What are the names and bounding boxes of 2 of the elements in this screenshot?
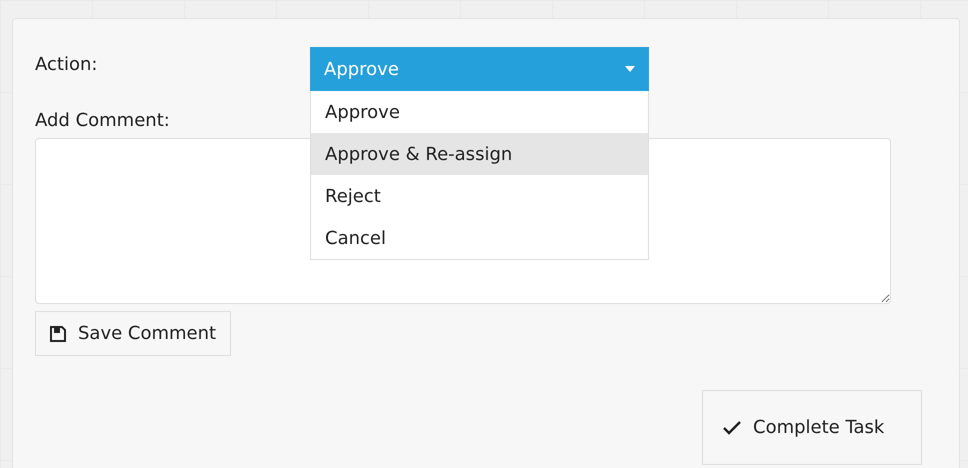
field-label: Action: [35, 53, 98, 77]
field-label: Add Comment: [35, 109, 170, 133]
